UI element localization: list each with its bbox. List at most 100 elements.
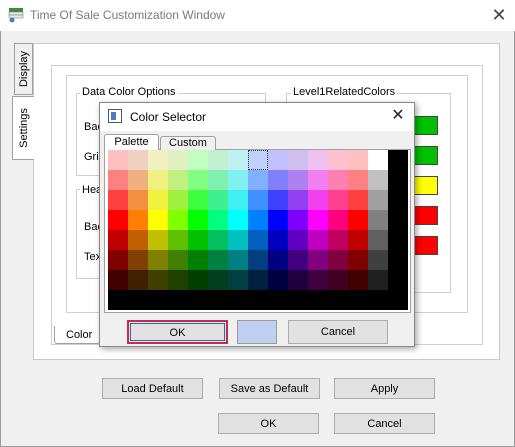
palette-color-cell[interactable]	[128, 270, 148, 290]
palette-color-cell[interactable]	[228, 210, 248, 230]
close-icon[interactable]: ✕	[486, 4, 512, 28]
palette-color-cell[interactable]	[348, 210, 368, 230]
palette-color-cell[interactable]	[308, 210, 328, 230]
tab-palette[interactable]: Palette	[104, 134, 159, 150]
ok-button[interactable]: OK	[218, 413, 319, 434]
palette-color-cell[interactable]	[108, 230, 128, 250]
palette-color-cell[interactable]	[288, 210, 308, 230]
palette-color-cell[interactable]	[288, 230, 308, 250]
palette-color-cell[interactable]	[148, 190, 168, 210]
palette-color-cell[interactable]	[268, 170, 288, 190]
palette-color-cell[interactable]	[168, 230, 188, 250]
palette-color-cell[interactable]	[268, 230, 288, 250]
level1-color-swatch[interactable]	[414, 176, 438, 195]
palette-color-cell[interactable]	[228, 170, 248, 190]
palette-color-cell[interactable]	[168, 190, 188, 210]
palette-color-cell[interactable]	[348, 270, 368, 290]
load-default-button[interactable]: Load Default	[102, 378, 203, 399]
palette-color-cell[interactable]	[108, 190, 128, 210]
palette-color-cell[interactable]	[128, 210, 148, 230]
palette-color-cell[interactable]	[368, 150, 388, 170]
palette-color-cell[interactable]	[228, 250, 248, 270]
palette-color-cell[interactable]	[268, 150, 288, 170]
palette-color-cell[interactable]	[168, 150, 188, 170]
palette-color-cell[interactable]	[348, 170, 368, 190]
palette-color-cell[interactable]	[348, 150, 368, 170]
palette-color-cell[interactable]	[368, 170, 388, 190]
palette-color-cell[interactable]	[208, 150, 228, 170]
palette-color-cell[interactable]	[148, 270, 168, 290]
palette-color-cell[interactable]	[228, 150, 248, 170]
tab-color[interactable]: Color	[54, 326, 100, 344]
palette-color-cell[interactable]	[308, 150, 328, 170]
palette-color-cell[interactable]	[228, 190, 248, 210]
level1-color-swatch[interactable]	[414, 236, 438, 255]
palette-color-cell[interactable]	[328, 210, 348, 230]
palette-color-cell[interactable]	[148, 230, 168, 250]
palette-color-cell[interactable]	[248, 190, 268, 210]
palette-color-cell[interactable]	[108, 250, 128, 270]
palette-color-cell[interactable]	[128, 230, 148, 250]
save-as-default-button[interactable]: Save as Default	[219, 378, 320, 399]
cancel-button[interactable]: Cancel	[334, 413, 435, 434]
palette-color-cell[interactable]	[288, 190, 308, 210]
palette-color-cell[interactable]	[108, 270, 128, 290]
palette-color-cell[interactable]	[348, 250, 368, 270]
palette-color-cell[interactable]	[228, 270, 248, 290]
palette-color-cell[interactable]	[188, 210, 208, 230]
palette-color-cell[interactable]	[188, 170, 208, 190]
palette-color-cell[interactable]	[368, 210, 388, 230]
palette-color-cell[interactable]	[208, 230, 228, 250]
palette-color-cell[interactable]	[328, 150, 348, 170]
palette-color-cell[interactable]	[368, 190, 388, 210]
palette-color-cell[interactable]	[128, 170, 148, 190]
palette-color-cell[interactable]	[188, 270, 208, 290]
palette-color-cell[interactable]	[188, 150, 208, 170]
palette-color-cell[interactable]	[288, 250, 308, 270]
palette-color-cell[interactable]	[148, 210, 168, 230]
palette-color-cell[interactable]	[308, 270, 328, 290]
palette-color-cell[interactable]	[368, 250, 388, 270]
palette-color-cell[interactable]	[268, 250, 288, 270]
palette-color-cell[interactable]	[368, 270, 388, 290]
level1-color-swatch[interactable]	[414, 206, 438, 225]
palette-color-cell[interactable]	[308, 230, 328, 250]
palette-color-cell[interactable]	[108, 210, 128, 230]
palette-color-cell[interactable]	[348, 230, 368, 250]
palette-color-cell[interactable]	[308, 170, 328, 190]
palette-color-cell[interactable]	[268, 190, 288, 210]
palette-color-cell[interactable]	[248, 250, 268, 270]
palette-color-cell[interactable]	[128, 250, 148, 270]
dialog-cancel-button[interactable]: Cancel	[288, 320, 388, 344]
apply-button[interactable]: Apply	[334, 378, 435, 399]
palette-color-cell[interactable]	[288, 150, 308, 170]
palette-color-cell[interactable]	[328, 190, 348, 210]
palette-color-cell[interactable]	[328, 230, 348, 250]
tab-settings[interactable]: Settings	[12, 96, 34, 160]
palette-color-cell[interactable]	[208, 250, 228, 270]
palette-color-cell[interactable]	[108, 150, 128, 170]
palette-color-cell[interactable]	[328, 250, 348, 270]
palette-color-cell[interactable]	[268, 270, 288, 290]
palette-color-cell[interactable]	[208, 270, 228, 290]
dialog-ok-button[interactable]: OK	[127, 320, 228, 344]
palette-color-cell[interactable]	[308, 190, 328, 210]
palette-color-cell[interactable]	[328, 170, 348, 190]
palette-color-cell[interactable]	[208, 170, 228, 190]
tab-custom[interactable]: Custom	[160, 136, 216, 150]
palette-color-cell[interactable]	[328, 270, 348, 290]
palette-color-cell[interactable]	[128, 190, 148, 210]
palette-color-cell[interactable]	[248, 170, 268, 190]
palette-color-cell[interactable]	[228, 230, 248, 250]
palette-color-cell[interactable]	[168, 210, 188, 230]
palette-color-cell[interactable]	[188, 230, 208, 250]
palette-color-cell[interactable]	[208, 210, 228, 230]
palette-color-cell[interactable]	[208, 190, 228, 210]
palette-color-cell[interactable]	[148, 250, 168, 270]
palette-color-cell[interactable]	[248, 230, 268, 250]
palette-color-cell[interactable]	[148, 150, 168, 170]
palette-color-cell[interactable]	[268, 210, 288, 230]
palette-color-cell[interactable]	[148, 170, 168, 190]
palette-color-cell[interactable]	[188, 250, 208, 270]
palette-color-cell[interactable]	[168, 250, 188, 270]
